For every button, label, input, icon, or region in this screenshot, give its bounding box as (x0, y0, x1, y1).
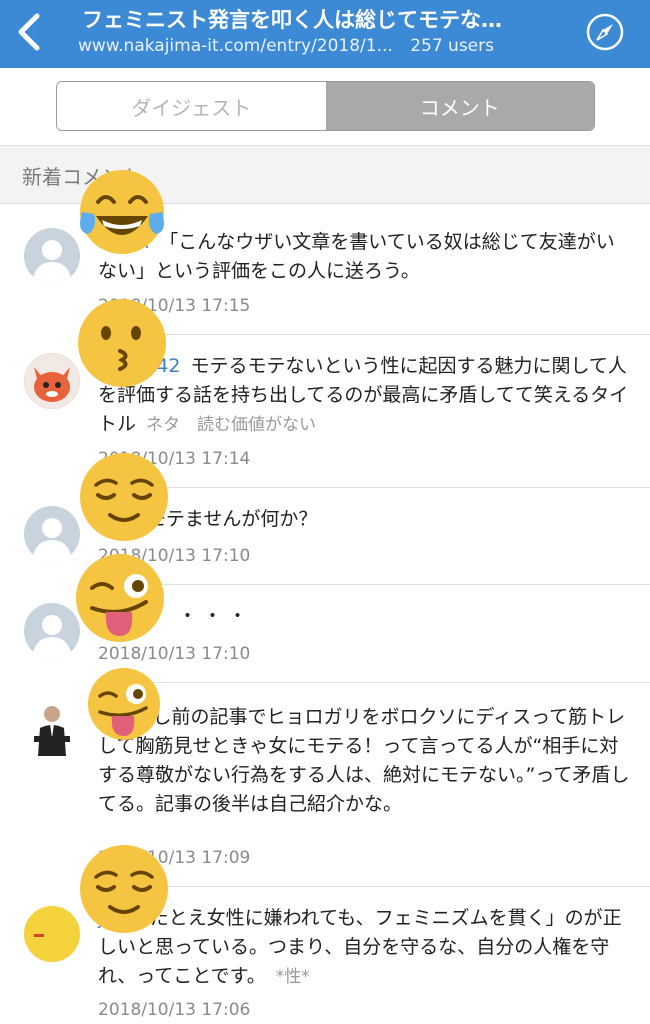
divider (98, 886, 650, 887)
page-title: フェミニスト発言を叩く人は総じてモテな… (82, 8, 502, 32)
tab-comments[interactable]: コメント (325, 82, 594, 130)
comment-text: モテませんが何か？ (146, 508, 318, 530)
divider (98, 682, 650, 683)
comment-text: 「こんなウザい文章を書いている奴は総じて友達がいない」という評価をこの人に送ろう… (98, 231, 615, 282)
comment-tags[interactable]: *性* (276, 967, 310, 987)
comment-text: 少し前の記事でヒョロガリをボロクソにディスって筋トレして胸筋見せときゃ女にモテる… (98, 706, 630, 815)
comment-date: 2018/10/13 17:10 (98, 644, 251, 664)
comment-body: jin「たとえ女性に嫌われても、フェミニズムを貫く」のが正しいと思っている。つま… (98, 904, 633, 992)
businessman-avatar-icon (34, 706, 70, 756)
page-url: www.nakajima-it.com/entry/2018/1... (78, 36, 393, 56)
tears-of-joy-emoji-icon (80, 170, 164, 254)
comment-text: ・・・ (178, 605, 254, 627)
tab-bar: ダイジェスト コメント (0, 68, 650, 146)
relieved-emoji-icon (80, 845, 168, 933)
comment-body: raraモテませんが何か？ (98, 505, 633, 534)
avatar[interactable] (24, 506, 80, 562)
compass-icon[interactable] (585, 12, 625, 52)
user-silhouette-icon (32, 518, 72, 562)
comment-body: ・・・ (178, 602, 650, 631)
winking-tongue-emoji-icon (88, 668, 160, 740)
users-count: 257 users (410, 36, 494, 56)
user-silhouette-icon (32, 615, 72, 659)
kissing-emoji-icon (78, 299, 166, 387)
avatar[interactable] (24, 353, 80, 409)
user-silhouette-icon (32, 240, 72, 284)
chevron-left-icon (18, 13, 40, 51)
comment-body: orisan42モテるモテないという性に起因する魅力に関して人を評価する話を持ち… (98, 352, 633, 440)
back-button[interactable] (10, 10, 50, 54)
avatar[interactable] (24, 906, 80, 962)
avatar[interactable] (24, 228, 80, 284)
navigation-bar: フェミニスト発言を叩く人は総じてモテな… www.nakajima-it.com… (0, 0, 650, 68)
comment-body: kajan「こんなウザい文章を書いている奴は総じて友達がいない」という評価をこの… (98, 228, 633, 286)
comment-tags[interactable]: ネタ 読む価値がない (146, 415, 316, 435)
comment-date: 2018/10/13 17:06 (98, 1000, 251, 1020)
avatar[interactable] (24, 702, 80, 758)
avatar[interactable] (24, 603, 80, 659)
winking-tongue-emoji-icon (76, 554, 164, 642)
yellow-avatar-icon (34, 934, 44, 937)
tab-digest[interactable]: ダイジェスト (57, 82, 326, 130)
divider (98, 584, 650, 585)
relieved-emoji-icon (80, 453, 168, 541)
comment-text: 「たとえ女性に嫌われても、フェミニズムを貫く」のが正しいと思っている。つまり、自… (98, 907, 622, 987)
comment-body: aft少し前の記事でヒョロガリをボロクソにディスって筋トレして胸筋見せときゃ女に… (98, 703, 633, 819)
segmented-control: ダイジェスト コメント (56, 81, 595, 131)
divider (98, 487, 650, 488)
page-subtitle: www.nakajima-it.com/entry/2018/1... 257 … (78, 36, 558, 56)
divider (98, 334, 650, 335)
fox-avatar-icon (24, 353, 80, 409)
